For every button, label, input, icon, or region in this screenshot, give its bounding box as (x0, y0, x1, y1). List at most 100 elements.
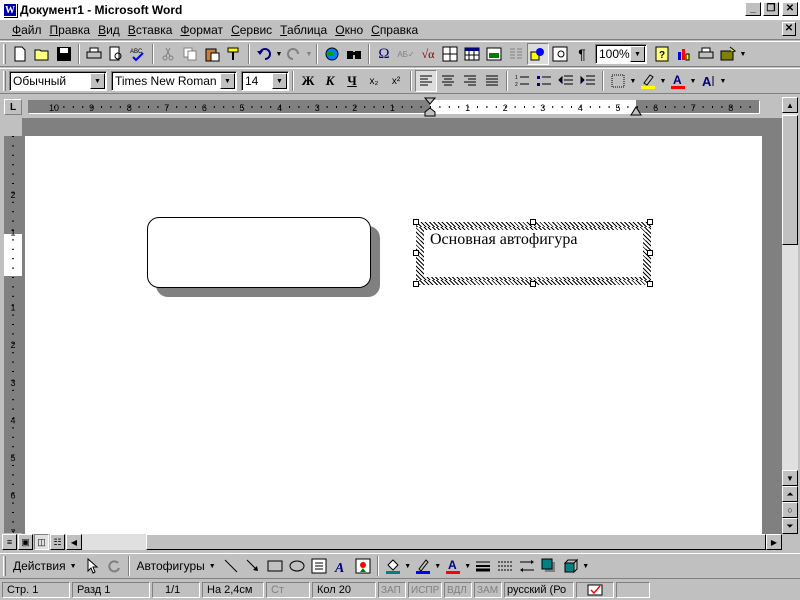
zoom-dropdown-arrow[interactable]: ▼ (630, 46, 645, 62)
clip-art-button[interactable] (352, 555, 374, 577)
font-dropdown-arrow[interactable]: ▼ (220, 73, 235, 89)
cut-button[interactable] (157, 43, 179, 65)
rectangle-button[interactable] (264, 555, 286, 577)
menu-view[interactable]: Вид (94, 23, 124, 37)
bullets-button[interactable] (533, 70, 555, 92)
equation-button[interactable]: √α (417, 43, 439, 65)
copy-button[interactable] (179, 43, 201, 65)
increase-indent-button[interactable] (577, 70, 599, 92)
font-color-dropdown[interactable]: ▼ (689, 70, 697, 92)
line-style-button[interactable] (472, 555, 494, 577)
outline-view-button[interactable]: ☷ (50, 534, 65, 550)
resize-handle-sw[interactable] (413, 281, 419, 287)
draw-font-color-button[interactable]: A (442, 555, 464, 577)
menu-file[interactable]: Файл (8, 23, 46, 37)
select-objects-button[interactable] (81, 555, 103, 577)
menu-edit[interactable]: Правка (46, 23, 95, 37)
menu-help[interactable]: Справка (367, 23, 422, 37)
highlight-dropdown[interactable]: ▼ (659, 70, 667, 92)
font-size-increase-button[interactable]: A (697, 70, 719, 92)
align-center-button[interactable] (437, 70, 459, 92)
show-hide-button[interactable]: ¶ (571, 43, 593, 65)
next-page-button[interactable]: ⏷ (782, 518, 798, 534)
menu-format[interactable]: Формат (176, 23, 227, 37)
paste-button[interactable] (201, 43, 223, 65)
insert-excel-button[interactable] (483, 43, 505, 65)
status-language[interactable]: русский (Ро (504, 582, 574, 598)
drawing-button[interactable] (527, 43, 549, 65)
chart-button[interactable] (673, 43, 695, 65)
borders-button[interactable] (607, 70, 629, 92)
toolbar-grip[interactable] (3, 71, 6, 91)
align-right-button[interactable] (459, 70, 481, 92)
shadow-button[interactable] (538, 555, 560, 577)
web-toolbar-button[interactable] (321, 43, 343, 65)
toolbar-grip[interactable] (3, 556, 6, 576)
menu-table[interactable]: Таблица (276, 23, 331, 37)
document-map-button[interactable] (549, 43, 571, 65)
resize-handle-se[interactable] (647, 281, 653, 287)
save-button[interactable] (53, 43, 75, 65)
scroll-right-button[interactable]: ▶ (766, 534, 782, 550)
italic-button[interactable]: К (319, 70, 341, 92)
more-buttons-arrow[interactable]: ▼ (739, 43, 747, 65)
word-app-icon[interactable]: W (3, 3, 17, 17)
spelling-status-button[interactable] (576, 582, 614, 598)
redo-dropdown[interactable]: ▼ (305, 43, 313, 65)
tables-borders-button[interactable] (439, 43, 461, 65)
print-button[interactable] (83, 43, 105, 65)
justify-button[interactable] (481, 70, 503, 92)
style-combo[interactable]: Обычный ▼ (9, 71, 107, 91)
font-size-dropdown-arrow[interactable]: ▼ (272, 73, 287, 89)
print-preview-button[interactable] (105, 43, 127, 65)
highlight-button[interactable] (637, 70, 659, 92)
normal-view-button[interactable]: ≡ (2, 534, 17, 550)
toolbar-grip[interactable] (3, 44, 6, 64)
font-combo[interactable]: Times New Roman ▼ (111, 71, 237, 91)
format-painter-button[interactable] (223, 43, 245, 65)
actions-menu-button[interactable]: Действия ▼ (9, 555, 81, 577)
menu-tools[interactable]: Сервис (227, 23, 276, 37)
scroll-down-button[interactable]: ▼ (782, 470, 798, 486)
tab-type-selector[interactable]: L (4, 99, 22, 115)
new-button[interactable] (9, 43, 31, 65)
vertical-scrollbar[interactable]: ▲ ▼ ⏶ ○ ⏷ (782, 97, 798, 534)
more-format-buttons-arrow[interactable]: ▼ (719, 70, 727, 92)
web-layout-view-button[interactable]: ▣ (18, 534, 33, 550)
oval-button[interactable] (286, 555, 308, 577)
menu-insert[interactable]: Вставка (124, 23, 177, 37)
status-rec[interactable]: ЗАП (378, 582, 406, 598)
close-button[interactable]: ✕ (782, 2, 798, 16)
font-color-button[interactable]: A (667, 70, 689, 92)
briefcase-button[interactable] (717, 43, 739, 65)
text-box-button[interactable] (308, 555, 330, 577)
align-left-button[interactable] (415, 70, 437, 92)
3d-button[interactable] (560, 555, 582, 577)
autoshapes-menu-button[interactable]: Автофигуры ▼ (133, 555, 220, 577)
decrease-indent-button[interactable] (555, 70, 577, 92)
line-button[interactable] (220, 555, 242, 577)
wordart-button[interactable]: A (330, 555, 352, 577)
open-button[interactable] (31, 43, 53, 65)
first-line-indent-marker[interactable] (424, 97, 436, 117)
free-rotate-button[interactable] (103, 555, 125, 577)
font-size-combo[interactable]: 14 ▼ (241, 71, 289, 91)
undo-button[interactable] (253, 43, 275, 65)
columns-button[interactable] (505, 43, 527, 65)
numbering-button[interactable]: 12 (511, 70, 533, 92)
superscript-button[interactable]: x² (385, 70, 407, 92)
scroll-thumb[interactable] (782, 115, 798, 245)
zoom-combo[interactable]: 100% ▼ (595, 44, 647, 64)
fill-color-button[interactable] (382, 555, 404, 577)
symbol-button[interactable]: Ω (373, 43, 395, 65)
underline-button[interactable]: Ч (341, 70, 363, 92)
fill-color-dropdown[interactable]: ▼ (404, 555, 412, 577)
status-ovr[interactable]: ЗАМ (474, 582, 502, 598)
print-layout-view-button[interactable]: ◫ (34, 534, 49, 550)
select-browse-object-button[interactable]: ○ (782, 502, 798, 518)
resize-handle-n[interactable] (530, 219, 536, 225)
resize-handle-w[interactable] (413, 250, 419, 256)
previous-page-button[interactable]: ⏶ (782, 486, 798, 502)
undo-dropdown[interactable]: ▼ (275, 43, 283, 65)
line-color-dropdown[interactable]: ▼ (434, 555, 442, 577)
